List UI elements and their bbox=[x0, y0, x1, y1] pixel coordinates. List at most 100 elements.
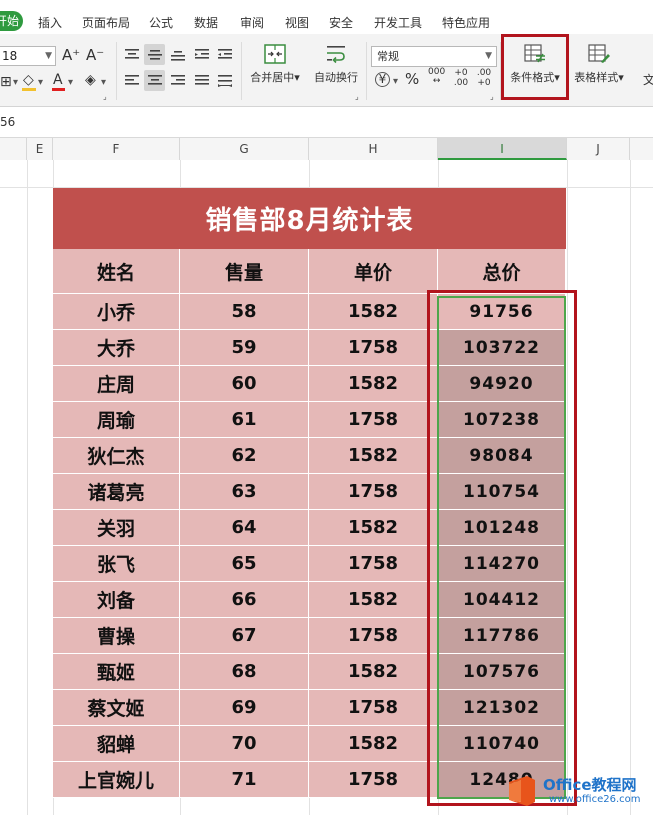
table-cell[interactable]: 关羽 bbox=[53, 510, 180, 546]
chevron-down-icon[interactable]: ▾ bbox=[393, 76, 398, 87]
table-cell[interactable]: 63 bbox=[180, 474, 309, 510]
chevron-down-icon[interactable]: ▾ bbox=[68, 77, 73, 88]
table-cell[interactable]: 上官婉儿 bbox=[53, 762, 180, 798]
column-header-h[interactable]: H bbox=[309, 138, 438, 160]
thousands-separator-icon[interactable]: 000 ↔ bbox=[428, 68, 445, 86]
column-header-e[interactable]: E bbox=[27, 138, 53, 160]
table-cell[interactable]: 58 bbox=[180, 294, 309, 330]
table-header-cell[interactable]: 总价 bbox=[438, 249, 566, 294]
table-cell[interactable]: 1758 bbox=[309, 402, 438, 438]
table-cell[interactable]: 张飞 bbox=[53, 546, 180, 582]
wrap-text-button[interactable]: 自动换行 bbox=[310, 40, 362, 98]
total-cell[interactable]: 98084 bbox=[438, 438, 566, 474]
chevron-down-icon[interactable]: ▾ bbox=[101, 77, 106, 88]
table-style-button[interactable]: 表格样式▾ bbox=[570, 40, 628, 98]
dialog-launcher-icon[interactable]: ⌟ bbox=[103, 92, 107, 101]
table-cell[interactable]: 67 bbox=[180, 618, 309, 654]
table-cell[interactable]: 刘备 bbox=[53, 582, 180, 618]
grow-font-icon[interactable]: A⁺ bbox=[62, 47, 80, 63]
distributed-align-icon[interactable] bbox=[214, 70, 235, 91]
text-tool-partial[interactable]: 文 bbox=[643, 72, 653, 88]
dialog-launcher-icon[interactable]: ⌟ bbox=[490, 92, 494, 101]
tab-data[interactable]: 数据 bbox=[194, 14, 218, 31]
table-cell[interactable]: 1582 bbox=[309, 438, 438, 474]
total-cell[interactable]: 107238 bbox=[438, 402, 566, 438]
table-cell[interactable]: 曹操 bbox=[53, 618, 180, 654]
table-cell[interactable]: 1758 bbox=[309, 762, 438, 798]
table-cell[interactable]: 1758 bbox=[309, 546, 438, 582]
tab-insert[interactable]: 插入 bbox=[38, 14, 62, 31]
percent-icon[interactable]: % bbox=[405, 71, 419, 87]
align-left-icon[interactable] bbox=[121, 70, 142, 91]
total-cell[interactable]: 110740 bbox=[438, 726, 566, 762]
column-header-f[interactable]: F bbox=[53, 138, 180, 160]
align-top-icon[interactable] bbox=[121, 44, 142, 65]
tab-review[interactable]: 审阅 bbox=[240, 14, 264, 31]
tab-special[interactable]: 特色应用 bbox=[442, 14, 490, 31]
increase-decimal-icon[interactable]: +0 .00 bbox=[452, 68, 470, 88]
table-cell[interactable]: 70 bbox=[180, 726, 309, 762]
table-cell[interactable]: 1582 bbox=[309, 726, 438, 762]
tab-developer[interactable]: 开发工具 bbox=[374, 14, 422, 31]
align-center-icon[interactable] bbox=[144, 70, 165, 91]
total-cell[interactable]: 103722 bbox=[438, 330, 566, 366]
table-cell[interactable]: 64 bbox=[180, 510, 309, 546]
tab-page-layout[interactable]: 页面布局 bbox=[82, 14, 130, 31]
table-cell[interactable]: 1582 bbox=[309, 366, 438, 402]
tab-security[interactable]: 安全 bbox=[329, 14, 353, 31]
total-cell[interactable]: 107576 bbox=[438, 654, 566, 690]
fill-color-icon[interactable]: ◇ bbox=[23, 72, 34, 88]
table-cell[interactable]: 狄仁杰 bbox=[53, 438, 180, 474]
table-header-cell[interactable]: 姓名 bbox=[53, 249, 180, 294]
tab-start[interactable]: 开始 bbox=[0, 11, 23, 31]
table-cell[interactable]: 66 bbox=[180, 582, 309, 618]
indent-decrease-icon[interactable] bbox=[191, 44, 212, 65]
dialog-launcher-icon[interactable]: ⌟ bbox=[355, 92, 359, 101]
shrink-font-icon[interactable]: A⁻ bbox=[86, 47, 104, 63]
font-size-select[interactable]: 18 ▼ bbox=[0, 46, 56, 66]
table-cell[interactable]: 71 bbox=[180, 762, 309, 798]
table-cell[interactable]: 1758 bbox=[309, 618, 438, 654]
table-cell[interactable]: 小乔 bbox=[53, 294, 180, 330]
table-cell[interactable]: 60 bbox=[180, 366, 309, 402]
table-cell[interactable]: 1758 bbox=[309, 690, 438, 726]
table-cell[interactable]: 1582 bbox=[309, 654, 438, 690]
table-cell[interactable]: 65 bbox=[180, 546, 309, 582]
table-cell[interactable]: 蔡文姬 bbox=[53, 690, 180, 726]
total-cell[interactable]: 114270 bbox=[438, 546, 566, 582]
table-cell[interactable]: 甄姬 bbox=[53, 654, 180, 690]
total-cell[interactable]: 121302 bbox=[438, 690, 566, 726]
column-header-i[interactable]: I bbox=[438, 138, 567, 160]
border-icon[interactable]: ⊞ bbox=[0, 74, 12, 90]
table-cell[interactable]: 62 bbox=[180, 438, 309, 474]
table-cell[interactable]: 庄周 bbox=[53, 366, 180, 402]
total-cell[interactable]: 117786 bbox=[438, 618, 566, 654]
tab-view[interactable]: 视图 bbox=[285, 14, 309, 31]
tab-formulas[interactable]: 公式 bbox=[149, 14, 173, 31]
column-header-j[interactable]: J bbox=[567, 138, 630, 160]
table-cell[interactable]: 1582 bbox=[309, 582, 438, 618]
table-cell[interactable]: 1758 bbox=[309, 474, 438, 510]
table-cell[interactable]: 61 bbox=[180, 402, 309, 438]
align-right-icon[interactable] bbox=[167, 70, 188, 91]
column-header-g[interactable]: G bbox=[180, 138, 309, 160]
table-cell[interactable]: 68 bbox=[180, 654, 309, 690]
table-header-cell[interactable]: 单价 bbox=[309, 249, 438, 294]
total-cell[interactable]: 104412 bbox=[438, 582, 566, 618]
eraser-icon[interactable]: ◈ bbox=[85, 72, 96, 88]
table-cell[interactable]: 59 bbox=[180, 330, 309, 366]
total-cell[interactable]: 91756 bbox=[438, 294, 566, 330]
currency-icon[interactable]: ¥ bbox=[375, 72, 390, 87]
table-title[interactable]: 销售部8月统计表 bbox=[53, 188, 566, 249]
table-cell[interactable]: 大乔 bbox=[53, 330, 180, 366]
table-header-cell[interactable]: 售量 bbox=[180, 249, 309, 294]
table-cell[interactable]: 1582 bbox=[309, 294, 438, 330]
formula-bar[interactable]: 56 bbox=[0, 107, 653, 138]
total-cell[interactable]: 101248 bbox=[438, 510, 566, 546]
align-bottom-icon[interactable] bbox=[167, 44, 188, 65]
table-cell[interactable]: 69 bbox=[180, 690, 309, 726]
chevron-down-icon[interactable]: ▾ bbox=[38, 77, 43, 88]
chevron-down-icon[interactable]: ▾ bbox=[13, 77, 18, 88]
total-cell[interactable]: 110754 bbox=[438, 474, 566, 510]
table-cell[interactable]: 1582 bbox=[309, 510, 438, 546]
